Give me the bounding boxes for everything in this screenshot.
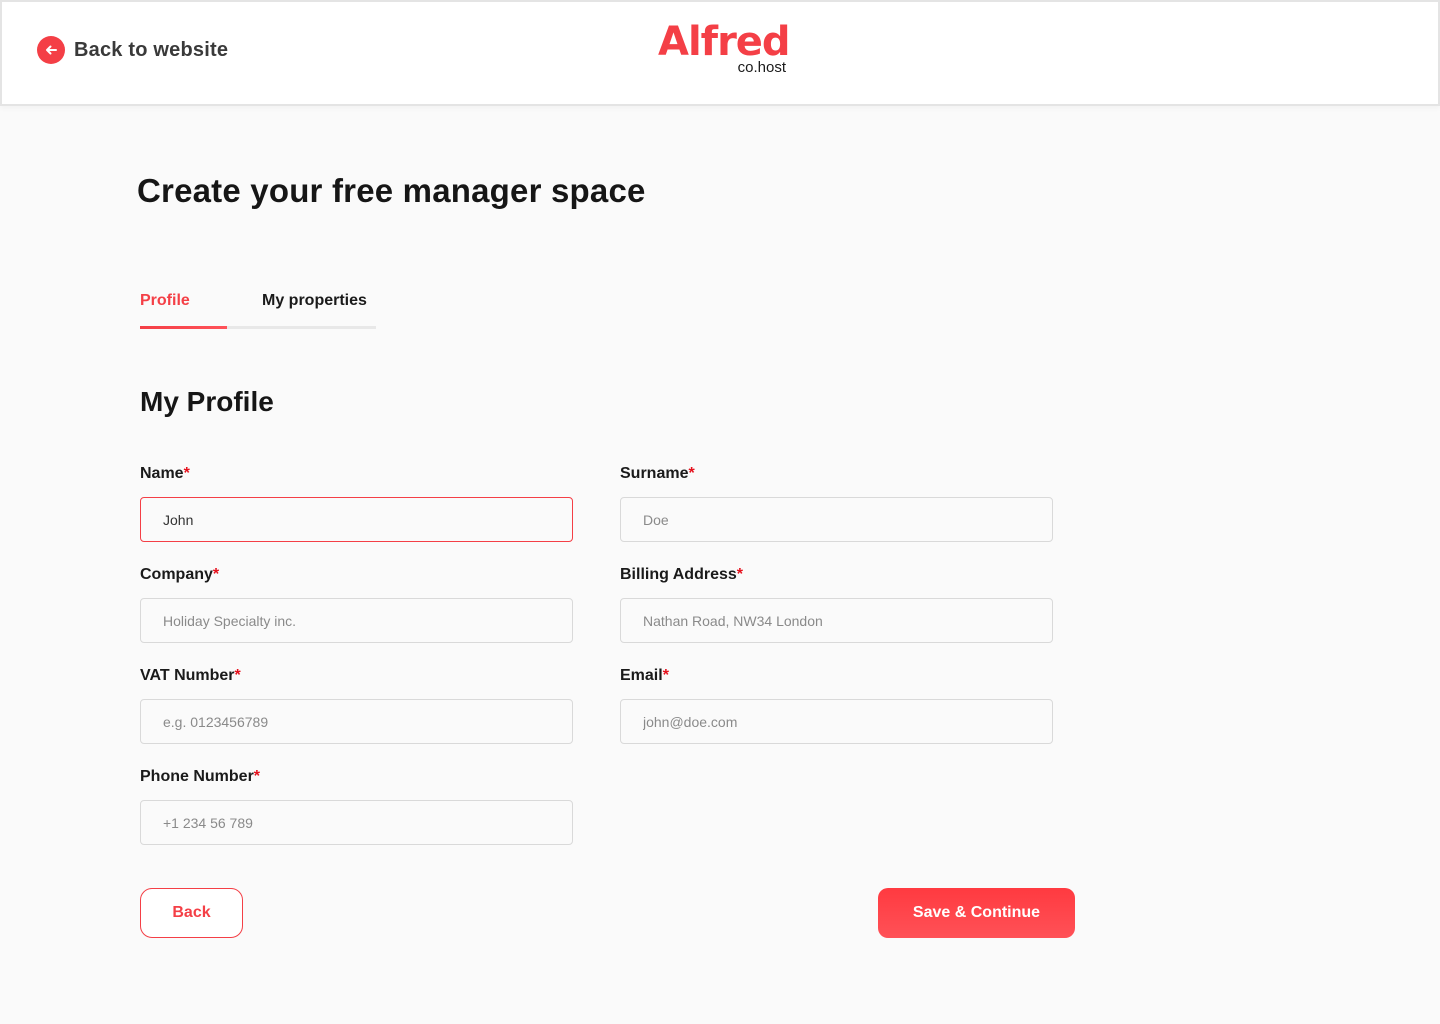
vat-number-field-group: VAT Number* bbox=[140, 665, 573, 744]
surname-input[interactable] bbox=[620, 497, 1053, 542]
email-label: Email* bbox=[620, 667, 669, 684]
back-to-website-link[interactable]: Back to website bbox=[37, 36, 228, 64]
company-input[interactable] bbox=[140, 598, 573, 643]
surname-field-group: Surname* bbox=[620, 463, 1053, 542]
billing-address-label: Billing Address* bbox=[620, 566, 743, 583]
alfred-logo[interactable]: Alfred co.host bbox=[658, 19, 791, 80]
logo-suffix: co.host bbox=[737, 59, 786, 76]
company-label: Company* bbox=[140, 566, 220, 583]
phone-number-label: Phone Number* bbox=[140, 768, 261, 785]
email-input[interactable] bbox=[620, 699, 1053, 744]
page-title: Create your free manager space bbox=[137, 172, 646, 209]
tab-profile[interactable]: Profile bbox=[140, 292, 190, 310]
save-continue-button[interactable]: Save & Continue bbox=[878, 888, 1075, 938]
back-to-website-label: Back to website bbox=[74, 38, 229, 61]
step-tabs: Profile My properties bbox=[140, 292, 376, 330]
section-title: My Profile bbox=[140, 386, 274, 417]
name-label: Name* bbox=[140, 465, 190, 482]
billing-address-field-group: Billing Address* bbox=[620, 564, 1053, 643]
email-field-group: Email* bbox=[620, 665, 1053, 744]
name-input[interactable] bbox=[140, 497, 573, 542]
phone-number-input[interactable] bbox=[140, 800, 573, 845]
vat-number-label: VAT Number* bbox=[140, 667, 241, 684]
tab-my-properties[interactable]: My properties bbox=[262, 292, 367, 310]
name-field-group: Name* bbox=[140, 463, 573, 542]
top-header: Back to website Alfred co.host bbox=[0, 0, 1440, 106]
tab-progress-fill bbox=[140, 326, 228, 329]
billing-address-input[interactable] bbox=[620, 598, 1053, 643]
vat-number-input[interactable] bbox=[140, 699, 573, 744]
phone-number-field-group: Phone Number* bbox=[140, 766, 573, 845]
arrow-left-icon bbox=[37, 36, 65, 64]
back-button[interactable]: Back bbox=[140, 888, 243, 938]
surname-label: Surname* bbox=[620, 465, 695, 482]
company-field-group: Company* bbox=[140, 564, 573, 643]
logo-brand: Alfred bbox=[658, 19, 791, 65]
